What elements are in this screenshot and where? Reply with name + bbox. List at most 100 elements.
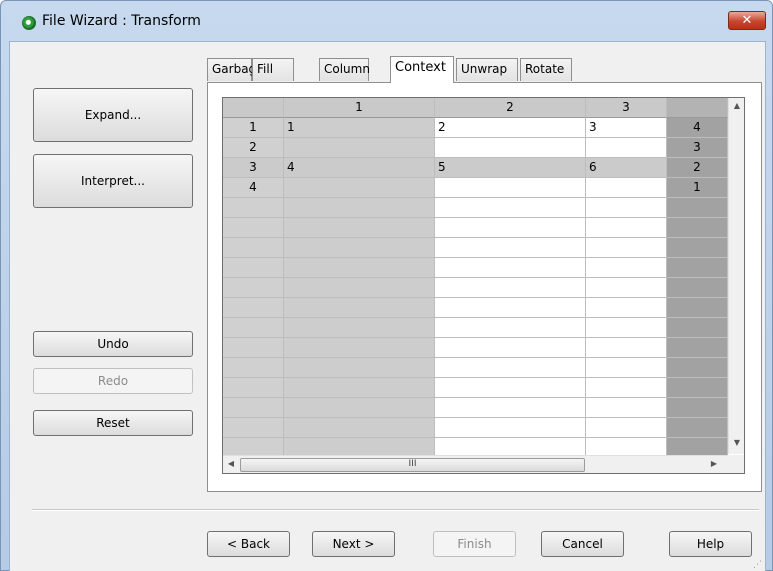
empty-grid-cell[interactable] <box>667 338 728 358</box>
empty-grid-cell[interactable] <box>435 398 586 418</box>
row-header[interactable]: 3 <box>223 158 284 178</box>
empty-grid-cell[interactable] <box>435 298 586 318</box>
empty-grid-cell[interactable] <box>223 318 284 338</box>
empty-grid-cell[interactable] <box>667 238 728 258</box>
empty-grid-cell[interactable] <box>586 298 667 318</box>
empty-grid-cell[interactable] <box>284 338 435 358</box>
empty-grid-cell[interactable] <box>667 418 728 438</box>
empty-grid-cell[interactable] <box>667 258 728 278</box>
grid-cell[interactable] <box>586 138 667 158</box>
empty-grid-cell[interactable] <box>435 258 586 278</box>
empty-grid-cell[interactable] <box>284 378 435 398</box>
title-bar[interactable]: File Wizard : Transform ✕ <box>1 1 772 41</box>
tab-garbage[interactable]: Garbage <box>207 58 264 81</box>
horizontal-scrollbar[interactable]: ◀ III ▶ <box>223 455 728 473</box>
empty-grid-cell[interactable] <box>284 238 435 258</box>
empty-grid-cell[interactable] <box>284 278 435 298</box>
grid-cell[interactable]: 1 <box>284 118 435 138</box>
tab-fill[interactable]: Fill <box>252 58 294 81</box>
grid-cell[interactable]: 3 <box>586 118 667 138</box>
empty-grid-cell[interactable] <box>586 398 667 418</box>
help-button[interactable]: Help <box>669 531 752 557</box>
grid-cell-extra[interactable]: 2 <box>667 158 728 178</box>
horizontal-scroll-thumb[interactable]: III <box>240 458 585 472</box>
data-grid[interactable]: 1 2 3 1 1 2 3 4 2 3 3 4 5 6 2 4 1 ▲ ▼ ◀ … <box>222 97 745 474</box>
grid-cell[interactable] <box>435 138 586 158</box>
grid-cell[interactable] <box>284 138 435 158</box>
tab-rotate[interactable]: Rotate <box>520 58 572 81</box>
empty-grid-cell[interactable] <box>223 278 284 298</box>
grid-cell[interactable]: 4 <box>284 158 435 178</box>
empty-grid-cell[interactable] <box>586 378 667 398</box>
empty-grid-cell[interactable] <box>586 358 667 378</box>
empty-grid-cell[interactable] <box>667 218 728 238</box>
empty-grid-cell[interactable] <box>667 398 728 418</box>
empty-grid-cell[interactable] <box>284 258 435 278</box>
empty-grid-cell[interactable] <box>667 318 728 338</box>
grid-cell-extra[interactable]: 3 <box>667 138 728 158</box>
finish-button[interactable]: Finish <box>433 531 516 557</box>
column-header[interactable]: 3 <box>586 98 667 118</box>
empty-grid-cell[interactable] <box>586 198 667 218</box>
grid-cell[interactable]: 6 <box>586 158 667 178</box>
row-header[interactable]: 4 <box>223 178 284 198</box>
empty-grid-cell[interactable] <box>435 278 586 298</box>
grid-cell-extra[interactable]: 4 <box>667 118 728 138</box>
empty-grid-cell[interactable] <box>223 338 284 358</box>
grid-cell[interactable] <box>586 178 667 198</box>
tab-unwrap[interactable]: Unwrap <box>456 58 518 81</box>
column-header[interactable]: 2 <box>435 98 586 118</box>
empty-grid-cell[interactable] <box>223 218 284 238</box>
empty-grid-cell[interactable] <box>435 338 586 358</box>
empty-grid-cell[interactable] <box>667 298 728 318</box>
empty-grid-cell[interactable] <box>667 198 728 218</box>
scroll-up-arrow-icon[interactable]: ▲ <box>729 101 744 110</box>
tab-column[interactable]: Column <box>319 58 370 81</box>
scroll-right-arrow-icon[interactable]: ▶ <box>706 459 722 468</box>
empty-grid-cell[interactable] <box>586 238 667 258</box>
empty-grid-cell[interactable] <box>284 298 435 318</box>
empty-grid-cell[interactable] <box>223 198 284 218</box>
empty-grid-cell[interactable] <box>435 378 586 398</box>
undo-button[interactable]: Undo <box>33 331 193 357</box>
empty-grid-cell[interactable] <box>284 218 435 238</box>
grid-cell[interactable] <box>435 178 586 198</box>
empty-grid-cell[interactable] <box>223 258 284 278</box>
empty-grid-cell[interactable] <box>667 358 728 378</box>
empty-grid-cell[interactable] <box>284 198 435 218</box>
empty-grid-cell[interactable] <box>586 258 667 278</box>
empty-grid-cell[interactable] <box>586 218 667 238</box>
empty-grid-cell[interactable] <box>435 418 586 438</box>
scroll-left-arrow-icon[interactable]: ◀ <box>223 459 239 468</box>
empty-grid-cell[interactable] <box>284 318 435 338</box>
vertical-scrollbar[interactable]: ▲ ▼ <box>728 98 744 454</box>
row-header[interactable]: 1 <box>223 118 284 138</box>
empty-grid-cell[interactable] <box>223 418 284 438</box>
empty-grid-cell[interactable] <box>284 398 435 418</box>
empty-grid-cell[interactable] <box>586 418 667 438</box>
empty-grid-cell[interactable] <box>435 358 586 378</box>
empty-grid-cell[interactable] <box>586 278 667 298</box>
empty-grid-cell[interactable] <box>435 198 586 218</box>
scroll-down-arrow-icon[interactable]: ▼ <box>729 438 744 447</box>
grid-cell[interactable]: 2 <box>435 118 586 138</box>
empty-grid-cell[interactable] <box>435 238 586 258</box>
empty-grid-cell[interactable] <box>223 298 284 318</box>
grid-cell[interactable] <box>284 178 435 198</box>
empty-grid-cell[interactable] <box>586 318 667 338</box>
empty-grid-cell[interactable] <box>667 378 728 398</box>
empty-grid-cell[interactable] <box>435 318 586 338</box>
resize-grip-icon[interactable]: ⋰ <box>753 560 763 570</box>
redo-button[interactable]: Redo <box>33 368 193 394</box>
column-header[interactable]: 1 <box>284 98 435 118</box>
grid-cell[interactable]: 5 <box>435 158 586 178</box>
empty-grid-cell[interactable] <box>667 278 728 298</box>
cancel-button[interactable]: Cancel <box>541 531 624 557</box>
empty-grid-cell[interactable] <box>284 358 435 378</box>
back-button[interactable]: < Back <box>207 531 290 557</box>
empty-grid-cell[interactable] <box>223 378 284 398</box>
empty-grid-cell[interactable] <box>586 338 667 358</box>
next-button[interactable]: Next > <box>312 531 395 557</box>
empty-grid-cell[interactable] <box>223 358 284 378</box>
empty-grid-cell[interactable] <box>284 418 435 438</box>
